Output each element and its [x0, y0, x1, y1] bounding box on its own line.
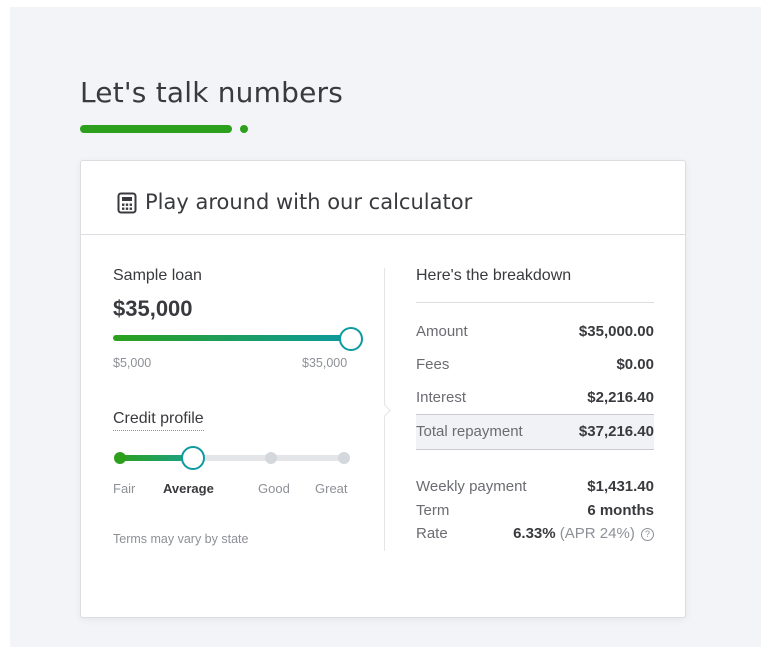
credit-option-great[interactable]: Great: [315, 481, 348, 496]
credit-slider-thumb[interactable]: [181, 446, 205, 470]
sample-loan-label: Sample loan: [113, 267, 202, 284]
term-label: Term: [416, 502, 450, 519]
card-header: Play around with our calculator: [81, 161, 685, 235]
loan-slider-track[interactable]: [113, 335, 349, 341]
credit-option-average[interactable]: Average: [163, 481, 214, 496]
weekly-payment-label: Weekly payment: [416, 478, 527, 495]
title-underline-dot: [240, 125, 248, 133]
credit-step-good[interactable]: [265, 452, 277, 464]
rate-value: 6.33%: [513, 525, 556, 542]
breakdown-title: Here's the breakdown: [416, 267, 572, 284]
page-title: Let's talk numbers: [80, 76, 343, 109]
fees-value: $0.00: [616, 356, 654, 373]
total-repayment-label: Total repayment: [416, 423, 523, 440]
amount-label: Amount: [416, 323, 468, 340]
divider-pointer: [378, 404, 391, 417]
card-title: Play around with our calculator: [145, 190, 473, 214]
credit-option-good[interactable]: Good: [258, 481, 290, 496]
apr-value: (APR 24%): [559, 525, 635, 542]
loan-amount: $35,000: [113, 296, 193, 321]
interest-value: $2,216.40: [587, 389, 654, 406]
breakdown-rule: [416, 302, 654, 303]
credit-option-fair[interactable]: Fair: [113, 481, 135, 496]
loan-min-label: $5,000: [113, 356, 152, 370]
title-underline-bar: [80, 125, 232, 133]
credit-step-fair[interactable]: [114, 452, 126, 464]
calculator-icon: [117, 192, 137, 214]
loan-max-label: $35,000: [302, 356, 348, 370]
total-repayment-value: $37,216.40: [578, 423, 654, 440]
calculator-card: Play around with our calculator Sample l…: [80, 160, 686, 618]
loan-slider-thumb[interactable]: [339, 327, 363, 351]
credit-step-great[interactable]: [338, 452, 350, 464]
rate-value-group: 6.33% (APR 24%) ?: [513, 525, 654, 542]
interest-label: Interest: [416, 389, 467, 406]
amount-value: $35,000.00: [578, 323, 654, 340]
fees-label: Fees: [416, 356, 450, 373]
weekly-payment-value: $1,431.40: [587, 478, 654, 495]
term-value: 6 months: [587, 502, 654, 519]
rate-label: Rate: [416, 525, 448, 542]
help-icon[interactable]: ?: [641, 528, 654, 541]
terms-note: Terms may vary by state: [113, 532, 249, 546]
credit-profile-label[interactable]: Credit profile: [113, 410, 204, 431]
